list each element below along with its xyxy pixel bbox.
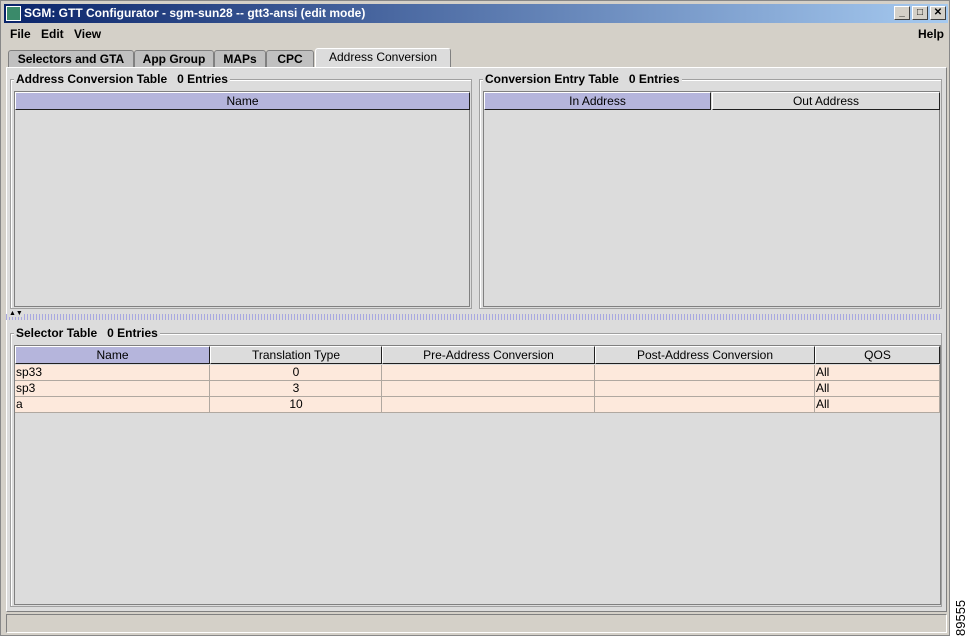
entry-count: 0 Entries — [107, 326, 158, 340]
column-header-name[interactable]: Name — [15, 92, 470, 110]
table-cell[interactable] — [382, 381, 595, 397]
app-window: SGM: GTT Configurator - sgm-sun28 -- gtt… — [0, 0, 950, 636]
selector-table[interactable]: Name Translation Type Pre-Address Conver… — [14, 345, 941, 605]
app-icon — [6, 6, 21, 21]
table-cell[interactable] — [382, 397, 595, 413]
address-conversion-group: Address Conversion Table 0 Entries Name — [10, 72, 472, 309]
collapse-arrows-icon[interactable]: ▲▼ — [9, 310, 23, 317]
column-header-name[interactable]: Name — [15, 346, 210, 364]
column-header-translation-type[interactable]: Translation Type — [210, 346, 382, 364]
column-header-post-address-conversion[interactable]: Post-Address Conversion — [595, 346, 815, 364]
group-title: Selector Table — [16, 326, 98, 340]
entry-count: 0 Entries — [628, 72, 680, 86]
table-cell[interactable] — [595, 397, 815, 413]
table-cell[interactable]: All — [815, 397, 940, 413]
table-cell[interactable]: sp33 — [15, 365, 210, 381]
tab-app-group[interactable]: App Group — [134, 50, 214, 68]
table-row[interactable]: a 10 All — [15, 397, 940, 413]
window-title: SGM: GTT Configurator - sgm-sun28 -- gtt… — [24, 6, 366, 20]
tab-cpc[interactable]: CPC — [266, 50, 314, 68]
group-title: Address Conversion Table — [16, 72, 168, 86]
table-cell[interactable]: 0 — [210, 365, 382, 381]
menu-help[interactable]: Help — [918, 25, 944, 44]
table-cell[interactable]: 3 — [210, 381, 382, 397]
close-button[interactable]: ✕ — [930, 6, 946, 20]
menu-file[interactable]: File — [10, 25, 31, 44]
column-header-out-address[interactable]: Out Address — [712, 92, 940, 110]
column-header-qos[interactable]: QOS — [815, 346, 940, 364]
conversion-entry-group: Conversion Entry Table 0 Entries In Addr… — [479, 72, 942, 309]
table-row[interactable]: sp33 0 All — [15, 365, 940, 381]
conversion-entry-table[interactable]: In Address Out Address — [483, 91, 940, 307]
table-cell[interactable]: sp3 — [15, 381, 210, 397]
table-cell[interactable] — [382, 365, 595, 381]
tab-address-conversion[interactable]: Address Conversion — [315, 48, 451, 69]
selector-table-group: Selector Table 0 Entries Name Translatio… — [10, 326, 942, 607]
figure-code: 89555 — [953, 599, 968, 636]
title-bar: SGM: GTT Configurator - sgm-sun28 -- gtt… — [4, 4, 948, 23]
maximize-button[interactable]: □ — [912, 6, 928, 20]
entry-count: 0 Entries — [177, 72, 228, 86]
menu-bar: File Edit View Help — [1, 25, 949, 44]
table-cell[interactable]: a — [15, 397, 210, 413]
table-row[interactable]: sp3 3 All — [15, 381, 940, 397]
table-cell[interactable] — [595, 381, 815, 397]
split-pane-divider[interactable]: ▲▼ — [6, 310, 941, 320]
menu-view[interactable]: View — [74, 25, 101, 44]
tab-selectors-and-gta[interactable]: Selectors and GTA — [8, 50, 134, 68]
table-cell[interactable]: All — [815, 365, 940, 381]
minimize-button[interactable]: _ — [894, 6, 910, 20]
status-bar — [6, 614, 947, 633]
table-cell[interactable]: All — [815, 381, 940, 397]
column-header-in-address[interactable]: In Address — [484, 92, 711, 110]
table-cell[interactable] — [595, 365, 815, 381]
group-title: Conversion Entry Table — [485, 72, 619, 86]
menu-edit[interactable]: Edit — [41, 25, 64, 44]
address-conversion-table[interactable]: Name — [14, 91, 470, 307]
table-cell[interactable]: 10 — [210, 397, 382, 413]
tab-maps[interactable]: MAPs — [214, 50, 266, 68]
column-header-pre-address-conversion[interactable]: Pre-Address Conversion — [382, 346, 595, 364]
